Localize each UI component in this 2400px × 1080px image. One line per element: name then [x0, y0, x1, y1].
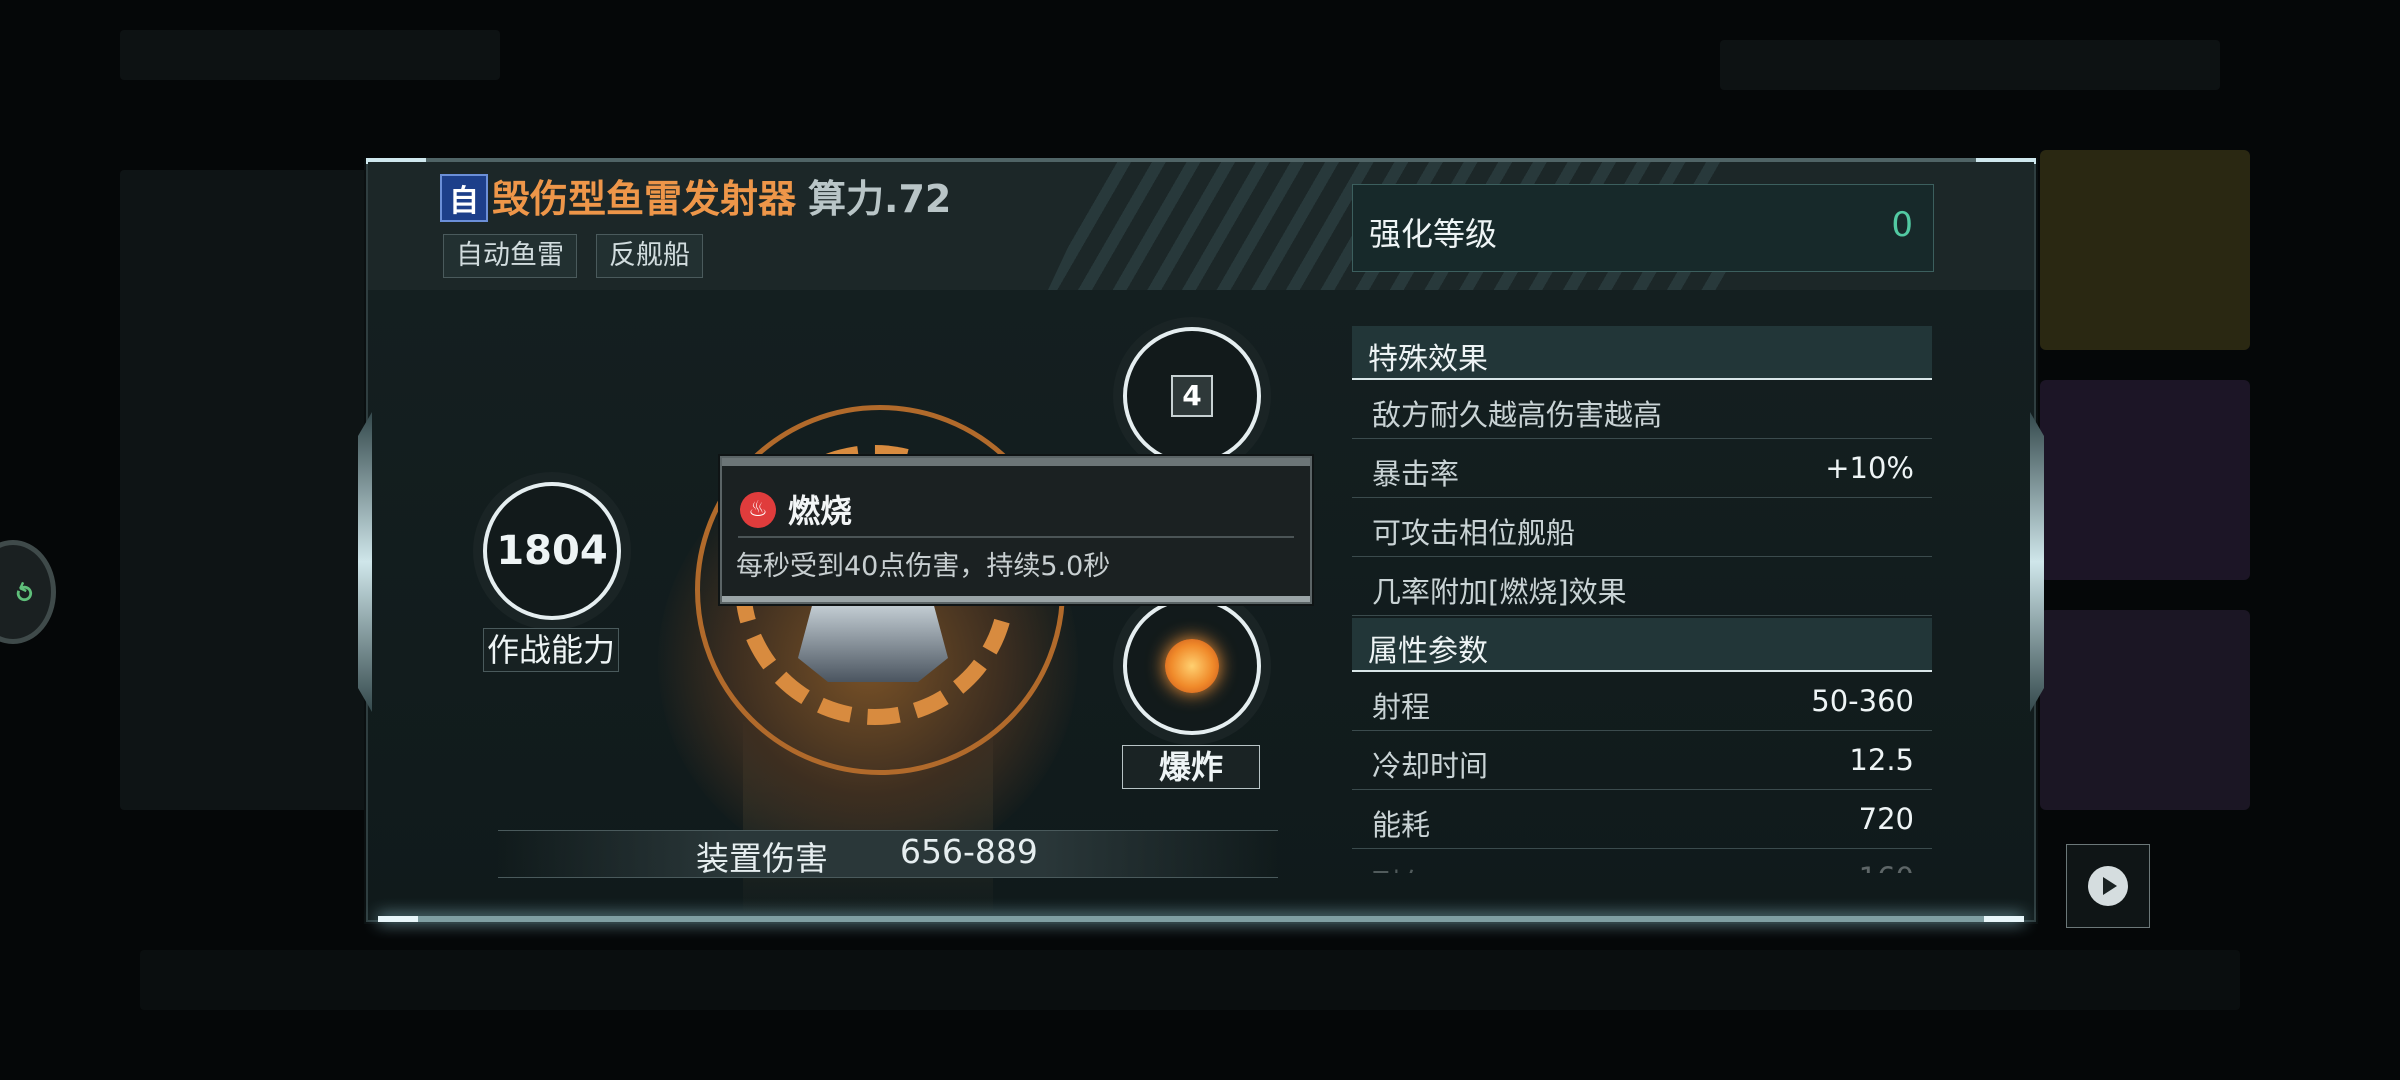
tooltip-description: 每秒受到40点伤害，持续5.0秒 — [736, 551, 1111, 582]
attribute-key: 冷却时间 — [1372, 749, 1489, 783]
tooltip-bottombar — [722, 596, 1310, 602]
explosion-circle[interactable] — [1123, 597, 1261, 735]
effect-key: 敌方耐久越高伤害越高 — [1372, 398, 1663, 432]
attributes-header: 属性参数 — [1352, 618, 1932, 672]
burn-tooltip: ♨ 燃烧 每秒受到40点伤害，持续5.0秒 — [720, 456, 1312, 604]
play-icon — [2088, 866, 2128, 906]
panel-bottom-edge — [378, 916, 2024, 922]
damage-label: 装置伤害 — [696, 839, 828, 878]
side-badge-icon: ⟲ — [6, 577, 40, 607]
tooltip-divider — [738, 536, 1294, 538]
explosion-label: 爆炸 — [1122, 745, 1260, 789]
panel-left-edge — [358, 412, 372, 712]
item-title: 毁伤型鱼雷发射器 算力.72 — [492, 168, 951, 223]
effect-key: 可攻击相位舰船 — [1372, 516, 1576, 550]
combat-power-label: 作战能力 — [483, 628, 619, 672]
attribute-value: 160 — [1859, 861, 1914, 873]
panel-right-edge — [2030, 412, 2044, 712]
effect-key: 暴击率 — [1372, 457, 1460, 491]
attribute-key: 耐久 — [1372, 861, 1430, 873]
effect-value: +10% — [1825, 451, 1914, 485]
tag-auto-torpedo: 自动鱼雷 — [443, 234, 577, 278]
attribute-value: 720 — [1858, 802, 1914, 836]
spec-circle[interactable]: 4 — [1123, 327, 1261, 465]
side-badge[interactable]: ⟲ — [0, 540, 56, 644]
enhance-level-box[interactable]: 强化等级 0 — [1352, 184, 1934, 272]
item-power: 算力.72 — [808, 177, 952, 221]
item-name: 毁伤型鱼雷发射器 — [492, 177, 797, 221]
attributes-title: 属性参数 — [1368, 634, 1488, 669]
tooltip-topbar — [722, 458, 1310, 466]
torpedo-launcher-model — [798, 602, 948, 682]
play-button[interactable] — [2066, 844, 2150, 928]
special-effect-row: 敌方耐久越高伤害越高 — [1352, 380, 1932, 439]
type-badge: 自 — [440, 174, 488, 222]
combat-power-value: 1804 — [496, 528, 608, 574]
special-effect-row: 几率附加[燃烧]效果 — [1352, 557, 1932, 616]
enhance-level-value: 0 — [1891, 205, 1913, 245]
special-effect-row: 暴击率 +10% — [1352, 439, 1932, 498]
attribute-value: 12.5 — [1849, 743, 1914, 777]
bg-card-purple-2 — [2040, 610, 2250, 810]
fire-icon: ♨ — [740, 492, 776, 528]
spec-value: 4 — [1171, 375, 1213, 417]
explosion-icon — [1165, 639, 1219, 693]
bg-topbar-right — [1720, 40, 2220, 90]
damage-bar — [498, 830, 1278, 878]
bg-left-panel — [120, 170, 380, 810]
damage-value: 656-889 — [900, 832, 1038, 871]
tag-anti-ship: 反舰船 — [596, 234, 703, 278]
attribute-row: 耐久 160 — [1352, 849, 1932, 873]
effect-key: 几率附加[燃烧]效果 — [1372, 575, 1627, 609]
attribute-value: 50-360 — [1811, 684, 1914, 718]
special-effects-header: 特殊效果 — [1352, 326, 1932, 380]
attribute-row: 能耗 720 — [1352, 790, 1932, 849]
tooltip-title: 燃烧 — [788, 492, 853, 530]
attribute-row: 射程 50-360 — [1352, 672, 1932, 731]
enhance-level-label: 强化等级 — [1369, 215, 1498, 253]
bg-card-yellow — [2040, 150, 2250, 350]
combat-power-circle: 1804 — [483, 482, 621, 620]
attribute-row: 冷却时间 12.5 — [1352, 731, 1932, 790]
attribute-key: 射程 — [1372, 690, 1431, 724]
bg-topbar — [120, 30, 500, 80]
attribute-key: 能耗 — [1372, 808, 1431, 842]
special-effects-title: 特殊效果 — [1368, 342, 1488, 377]
bg-bottom-bar — [140, 950, 2240, 1010]
item-detail-panel: 自 毁伤型鱼雷发射器算力.72 自动鱼雷 反舰船 1804 作战能力 4 规格 … — [358, 158, 2044, 922]
bg-card-purple-1 — [2040, 380, 2250, 580]
special-effect-row: 可攻击相位舰船 — [1352, 498, 1932, 557]
